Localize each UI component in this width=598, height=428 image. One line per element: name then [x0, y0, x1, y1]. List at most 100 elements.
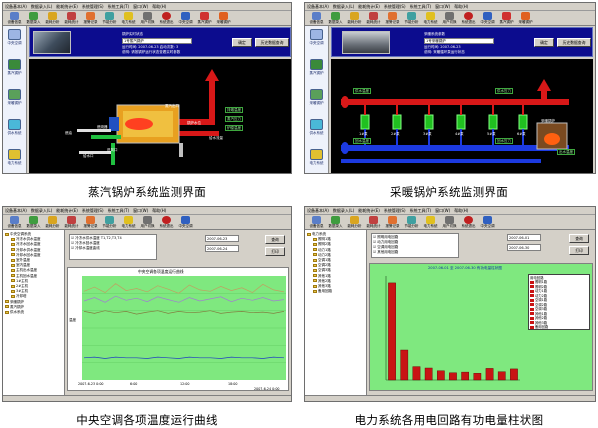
toolbar-button[interactable]: 能耗统计 — [364, 215, 383, 230]
toolbar-button[interactable]: 设备信息 — [5, 215, 24, 230]
menu-item[interactable]: 窗口(W) — [131, 3, 150, 11]
history-button[interactable]: 历史数据查询 — [557, 38, 591, 47]
toolbar-button[interactable]: 系统退出 — [157, 215, 176, 230]
ok-button[interactable]: 确定 — [232, 38, 252, 47]
toolbar-button[interactable]: 能耗分析 — [345, 215, 364, 230]
menu-item[interactable]: 设备基本(A) — [3, 207, 29, 215]
menu-item[interactable]: 数据录入(L) — [29, 207, 54, 215]
menu-item[interactable]: 系统工具(T) — [408, 207, 434, 215]
pump-icon[interactable] — [518, 114, 528, 130]
pump-icon[interactable] — [488, 114, 498, 130]
menu-item[interactable]: 能耗统计(E) — [356, 207, 382, 215]
toolbar-button[interactable]: 蒸汽锅炉 — [497, 11, 516, 26]
toolbar-button[interactable]: 节能分析 — [100, 215, 119, 230]
toolbar-button[interactable]: 节能分析 — [402, 215, 421, 230]
menu-item[interactable]: 能耗统计(E) — [54, 3, 80, 11]
toolbar-button[interactable]: 能耗统计 — [62, 215, 81, 230]
date-to-input[interactable]: 2007-06-24 — [205, 245, 239, 252]
list-item[interactable]: ☑ 冷却水温度曲线 — [71, 246, 155, 251]
toolbar-button[interactable]: 设备信息 — [307, 11, 326, 26]
boiler-select[interactable]: 1号蒸汽锅炉 — [122, 38, 192, 44]
menu-item[interactable]: 能耗统计(E) — [356, 3, 382, 11]
toolbar-button[interactable]: 中央空调 — [478, 11, 497, 26]
toolbar-button[interactable]: 系统退出 — [157, 11, 176, 26]
pump-icon[interactable] — [424, 114, 434, 130]
menu-item[interactable]: 数据录入(L) — [29, 3, 54, 11]
menu-item[interactable]: 数据录入(L) — [331, 3, 356, 11]
toolbar-button[interactable]: 数据录入 — [326, 215, 345, 230]
toolbar-button[interactable]: 用户切换 — [138, 215, 157, 230]
toolbar-button[interactable]: 报警记录 — [383, 11, 402, 26]
toolbar-button[interactable]: 报警记录 — [383, 215, 402, 230]
print-button[interactable]: 打印 — [569, 246, 589, 255]
sidebar-item-heating[interactable]: 采暖锅炉 — [3, 89, 26, 116]
menu-item[interactable]: 系统管理(S) — [80, 207, 106, 215]
print-button[interactable]: 打印 — [265, 247, 285, 256]
sidebar-item-power[interactable]: 电力系统 — [3, 149, 26, 173]
menu-item[interactable]: 帮助(H) — [150, 3, 168, 11]
date-to-input[interactable]: 2007-06-30 — [507, 244, 541, 251]
toolbar-button[interactable]: 电力系统 — [421, 215, 440, 230]
sidebar-item-water[interactable]: 供水系统 — [3, 119, 26, 146]
menu-item[interactable]: 窗口(W) — [433, 207, 452, 215]
toolbar-button[interactable]: 采暖锅炉 — [214, 11, 233, 26]
toolbar-button[interactable]: 中央空调 — [478, 215, 497, 230]
date-from-input[interactable]: 2007-06-23 — [205, 235, 239, 242]
list-item[interactable]: ☑ 其他用电回路 — [373, 250, 457, 255]
circuit-list[interactable]: ☑ 照明用电回路 ☑ 动力用电回路 ☑ 空调用电回路 ☑ 其他用电回路 — [371, 233, 459, 258]
pump-icon[interactable] — [456, 114, 466, 130]
sidebar-item-heating[interactable]: 采暖锅炉 — [305, 89, 328, 116]
boiler-select[interactable]: 1号采暖锅炉 — [424, 38, 494, 44]
toolbar-button[interactable]: 电力系统 — [421, 11, 440, 26]
toolbar-button[interactable]: 用户切换 — [440, 11, 459, 26]
sidebar-item-hvac[interactable]: 中央空调 — [3, 29, 26, 56]
toolbar-button[interactable]: 数据录入 — [24, 215, 43, 230]
toolbar-button[interactable]: 用户切换 — [138, 11, 157, 26]
toolbar-button[interactable]: 中央空调 — [176, 11, 195, 26]
toolbar-button[interactable]: 电力系统 — [119, 215, 138, 230]
toolbar-button[interactable]: 能耗统计 — [62, 11, 81, 26]
history-button[interactable]: 历史数据查询 — [255, 38, 289, 47]
pump-icon[interactable] — [360, 114, 370, 130]
tree-node[interactable]: 备用回路 — [307, 289, 366, 294]
menu-item[interactable]: 系统工具(T) — [106, 207, 132, 215]
pump-icon[interactable] — [392, 114, 402, 130]
query-button[interactable]: 查询 — [569, 234, 589, 243]
series-list[interactable]: ☑ 冷冻水供水温度 T1,T2,T3,T4 ☑ 冷冻水回水温度 ☑ 冷却水温度曲… — [69, 234, 157, 260]
toolbar-button[interactable]: 设备信息 — [5, 11, 24, 26]
menu-item[interactable]: 数据录入(L) — [331, 207, 356, 215]
menu-item[interactable]: 设备基本(A) — [305, 207, 331, 215]
toolbar-button[interactable]: 报警记录 — [81, 11, 100, 26]
toolbar-button[interactable]: 采暖锅炉 — [516, 11, 535, 26]
menu-item[interactable]: 系统工具(T) — [408, 3, 434, 11]
toolbar-button[interactable]: 能耗分析 — [43, 215, 62, 230]
query-button[interactable]: 查询 — [265, 235, 285, 244]
toolbar-button[interactable]: 设备信息 — [307, 215, 326, 230]
menu-item[interactable]: 帮助(H) — [452, 207, 470, 215]
sidebar-item-steam[interactable]: 蒸汽锅炉 — [3, 59, 26, 86]
menu-item[interactable]: 系统管理(S) — [80, 3, 106, 11]
toolbar-button[interactable]: 报警记录 — [81, 215, 100, 230]
toolbar-button[interactable]: 系统退出 — [459, 215, 478, 230]
sidebar-item-steam[interactable]: 蒸汽锅炉 — [305, 59, 328, 86]
sidebar-item-water[interactable]: 供水系统 — [305, 119, 328, 146]
date-from-input[interactable]: 2007-06-01 — [507, 234, 541, 241]
toolbar-button[interactable]: 节能分析 — [100, 11, 119, 26]
tree-node[interactable]: 供水系统 — [5, 310, 64, 315]
menu-item[interactable]: 能耗统计(E) — [54, 207, 80, 215]
menu-item[interactable]: 帮助(H) — [150, 207, 168, 215]
toolbar-button[interactable]: 数据录入 — [24, 11, 43, 26]
toolbar-button[interactable]: 能耗统计 — [364, 11, 383, 26]
toolbar-button[interactable]: 蒸汽锅炉 — [195, 11, 214, 26]
toolbar-button[interactable]: 用户切换 — [440, 215, 459, 230]
menu-item[interactable]: 设备基本(A) — [305, 3, 331, 11]
menu-item[interactable]: 帮助(H) — [452, 3, 470, 11]
menu-item[interactable]: 系统工具(T) — [106, 3, 132, 11]
sidebar-item-hvac[interactable]: 中央空调 — [305, 29, 328, 56]
menu-item[interactable]: 系统管理(S) — [382, 3, 408, 11]
menu-item[interactable]: 窗口(W) — [131, 207, 150, 215]
toolbar-button[interactable]: 电力系统 — [119, 11, 138, 26]
toolbar-button[interactable]: 能耗分析 — [43, 11, 62, 26]
toolbar-button[interactable]: 能耗分析 — [345, 11, 364, 26]
toolbar-button[interactable]: 数据录入 — [326, 11, 345, 26]
